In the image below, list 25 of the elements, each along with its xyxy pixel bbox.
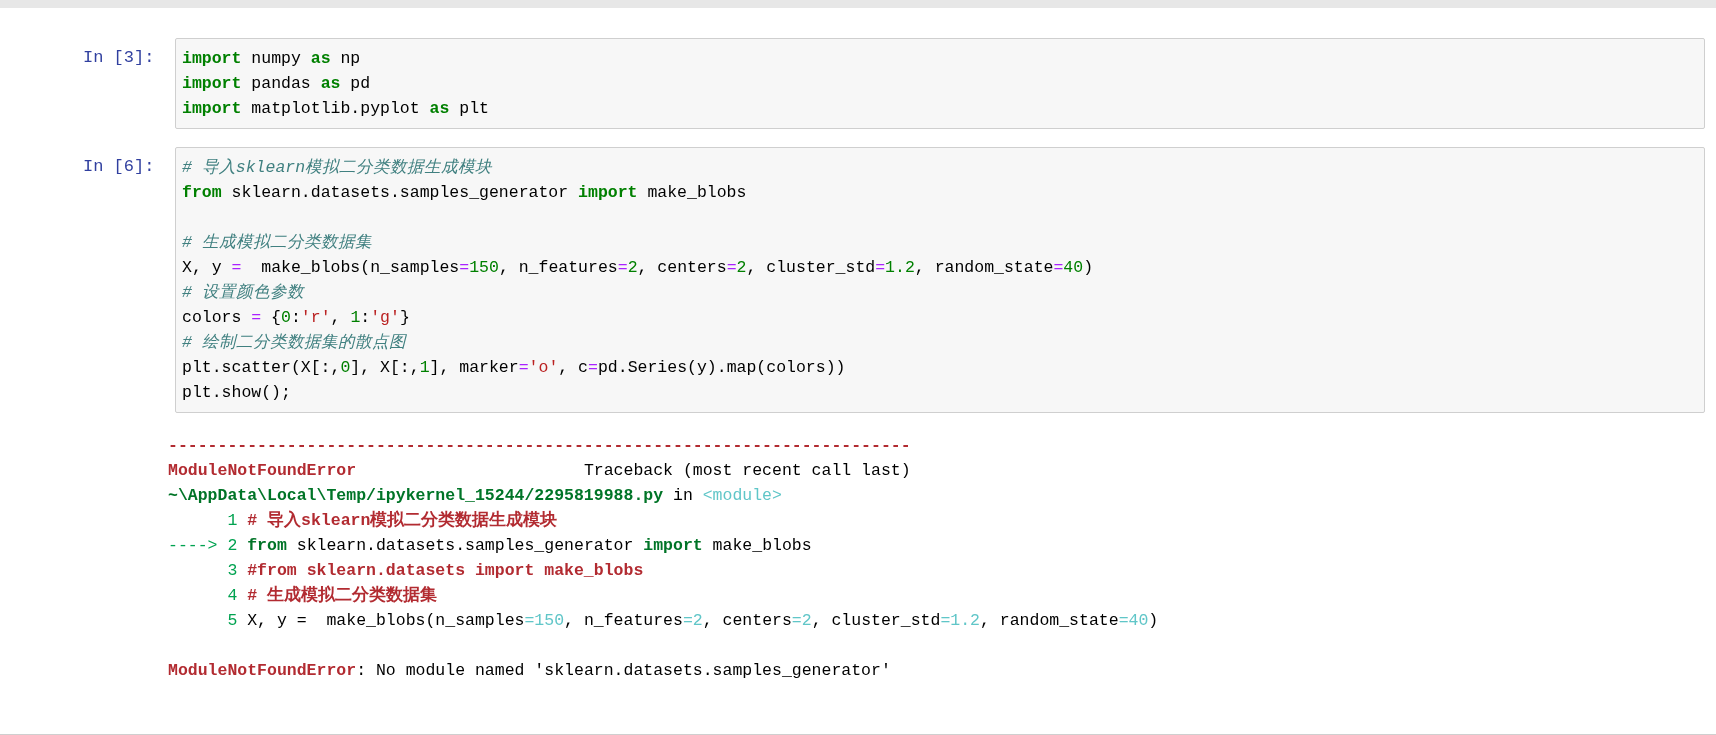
- code-line: plt.scatter(X[:,0], X[:,1], marker='o', c=pd.Series(y).map(colors)): [182, 357, 846, 379]
- output-line: ~\AppData\Local\Temp/ipykernel_15244/2295819988.py in <module>: [168, 485, 782, 507]
- output-line: ---------------------------------------------------------------------------: [168, 435, 911, 457]
- code-line: # 绘制二分类数据集的散点图: [182, 332, 406, 354]
- code-line: X, y = make_blobs(n_samples=150, n_features=2, centers=2, cluster_std=1.2, random_state=40): [182, 257, 1094, 279]
- code-line: from sklearn.datasets.samples_generator import make_blobs: [182, 182, 747, 204]
- output-line: 1 # 导入sklearn模拟二分类数据生成模块: [226, 509, 558, 532]
- code-line: import matplotlib.pyplot as plt: [182, 98, 489, 120]
- output-line: 3 #from sklearn.datasets import make_blobs: [226, 560, 644, 582]
- output-line: ----> 2 from sklearn.datasets.samples_generator import make_blobs: [168, 535, 812, 557]
- output-line: ModuleNotFoundError: No module named 'sklearn.datasets.samples_generator': [168, 660, 891, 682]
- code-cell[interactable]: [175, 147, 1705, 413]
- output-line: ModuleNotFoundError Traceback (most recent call last): [168, 460, 911, 482]
- cell-prompt: In [6]:: [83, 156, 155, 178]
- cell-prompt: In [3]:: [83, 47, 155, 69]
- code-line: import pandas as pd: [182, 73, 371, 95]
- code-line: import numpy as np: [182, 48, 361, 70]
- output-line: 5 X, y = make_blobs(n_samples=150, n_features=2, centers=2, cluster_std=1.2, random_state=40): [226, 610, 1159, 632]
- code-line: plt.show();: [182, 382, 291, 404]
- code-line: # 导入sklearn模拟二分类数据生成模块: [182, 157, 493, 179]
- output-line: 4 # 生成模拟二分类数据集: [226, 584, 438, 607]
- code-line: # 设置颜色参数: [182, 282, 304, 304]
- code-line: # 生成模拟二分类数据集: [182, 232, 372, 254]
- code-cell[interactable]: import numpy as np import pandas as pd import matplotlib.pyplot as plt: [175, 38, 1705, 129]
- code-line: colors = {0:'r', 1:'g'}: [182, 307, 410, 329]
